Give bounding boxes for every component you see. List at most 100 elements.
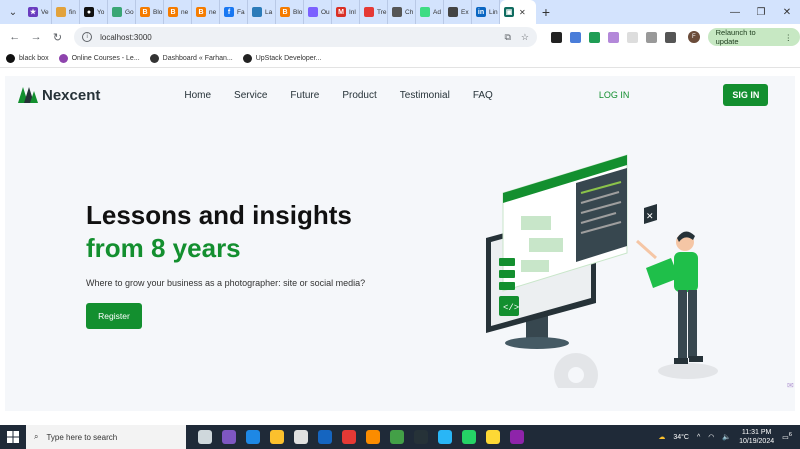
brand-name: Nexcent (42, 86, 101, 104)
tab-favicon-icon: M (336, 7, 346, 17)
tab-label: Ad (433, 8, 441, 16)
bookmark-favicon-icon (242, 54, 252, 63)
tab-active[interactable]: ▣ ✕ (500, 0, 536, 24)
extension-grid-icon[interactable] (645, 31, 657, 43)
floating-extension-icon[interactable]: ✉ (787, 381, 800, 395)
browser-tab[interactable]: ● Yo (80, 0, 108, 24)
back-icon[interactable]: ← (4, 31, 25, 43)
bookmark-item[interactable]: black box (6, 54, 49, 63)
close-tab-icon[interactable]: ✕ (519, 8, 526, 17)
vscode-icon[interactable] (246, 430, 260, 444)
browser-tab[interactable]: Ad (416, 0, 444, 24)
browser-tab[interactable]: f Fa (220, 0, 248, 24)
reload-icon[interactable]: ↻ (47, 31, 68, 44)
weather-icon[interactable]: ☁ (658, 433, 665, 441)
store-icon[interactable] (294, 430, 308, 444)
tab-label: fin (69, 8, 76, 16)
install-app-icon[interactable]: ⧉ (504, 32, 510, 43)
more-menu-icon[interactable]: ⋮ (784, 33, 792, 42)
extension-green-icon[interactable] (588, 31, 600, 43)
chrome-icon[interactable] (342, 430, 356, 444)
notifications-icon[interactable]: ▭6 (782, 432, 792, 441)
browser-tab[interactable]: Bne (192, 0, 220, 24)
bookmark-star-icon[interactable]: ☆ (521, 32, 529, 43)
browser-tab[interactable]: Bne (164, 0, 192, 24)
extension-pen-icon[interactable] (550, 31, 562, 43)
browser-tab[interactable]: Go (108, 0, 136, 24)
nav-link-testimonial[interactable]: Testimonial (400, 90, 450, 101)
close-window-icon[interactable]: ✕ (774, 7, 800, 18)
browser-tab[interactable]: M Inl (332, 0, 360, 24)
tab-favicon-icon (112, 7, 122, 17)
browser-tab[interactable]: Tre (360, 0, 388, 24)
nav-link-future[interactable]: Future (290, 90, 319, 101)
brand-logo[interactable]: Nexcent (18, 87, 100, 104)
bookmark-item[interactable]: Dashboard « Farhan... (149, 54, 233, 63)
bookmark-item[interactable]: Online Courses - Le... (58, 54, 140, 63)
minimize-icon[interactable]: — (722, 7, 748, 18)
bookmark-item[interactable]: UpStack Developer... (242, 54, 321, 63)
window-controls: — ❐ ✕ (722, 7, 800, 18)
extension-text-icon[interactable] (626, 31, 638, 43)
tab-label: Ve (41, 8, 49, 16)
chrome-profile-icon[interactable] (390, 430, 404, 444)
clock[interactable]: 11:31 PM 10/19/2024 (739, 428, 774, 446)
extension-copy-icon[interactable] (569, 31, 581, 43)
restore-icon[interactable]: ❐ (748, 7, 774, 18)
git-icon[interactable] (510, 430, 524, 444)
tab-label: Blo (153, 8, 163, 16)
relaunch-button[interactable]: Relaunch to update ⋮ (707, 28, 800, 46)
tab-search-button[interactable]: ⌄ (4, 3, 22, 21)
site-info-icon[interactable]: i (82, 32, 93, 42)
tab-label: Ou (321, 8, 330, 16)
register-button[interactable]: Register (86, 303, 142, 329)
tab-label: La (265, 8, 273, 16)
browser-tab[interactable]: B Blo (276, 0, 304, 24)
browser-tab[interactable]: B Blo (136, 0, 164, 24)
nav-link-home[interactable]: Home (184, 90, 211, 101)
system-tray: ☁ 34°C ^ ◠ 🔈 11:31 PM 10/19/2024 ▭6 (658, 428, 800, 446)
browser-tab[interactable]: in Lin (472, 0, 500, 24)
profile-avatar[interactable]: F (687, 31, 700, 43)
browser-tab[interactable]: ★ Ve (24, 0, 52, 24)
browser-tab[interactable]: fin (52, 0, 80, 24)
browser-tab[interactable]: Ch (388, 0, 416, 24)
tab-favicon-icon: B (140, 7, 150, 17)
file-explorer-icon[interactable] (270, 430, 284, 444)
browser-tab[interactable]: La (248, 0, 276, 24)
mail-icon[interactable] (318, 430, 332, 444)
address-bar[interactable]: i localhost:3000 ⧉ ☆ (74, 27, 537, 47)
browser-tab[interactable]: Ex (444, 0, 472, 24)
volume-icon[interactable]: 🔈 (722, 433, 731, 441)
extensions-puzzle-icon[interactable] (664, 31, 676, 43)
wifi-icon[interactable]: ◠ (708, 433, 714, 441)
bookmark-label: Dashboard « Farhan... (162, 55, 233, 62)
terminal-icon[interactable] (414, 430, 428, 444)
tray-chevron-icon[interactable]: ^ (697, 434, 700, 441)
bookmark-favicon-icon (58, 54, 68, 63)
login-link[interactable]: LOG IN (599, 90, 630, 100)
bookmark-favicon-icon (6, 54, 15, 63)
signin-button[interactable]: SIG IN (723, 84, 769, 106)
photos-icon[interactable] (438, 430, 452, 444)
chrome-alt-icon[interactable] (486, 430, 500, 444)
nav-link-product[interactable]: Product (342, 90, 376, 101)
nav-link-service[interactable]: Service (234, 90, 267, 101)
start-button[interactable] (0, 431, 26, 443)
taskbar-search[interactable]: ⌕ Type here to search (26, 425, 186, 449)
tab-label: Fa (237, 8, 245, 16)
person-with-laptop-icon (635, 231, 718, 379)
whatsapp-icon[interactable] (462, 430, 476, 444)
extension-purple-icon[interactable] (607, 31, 619, 43)
tab-favicon-icon: ★ (28, 7, 38, 17)
clock-date: 10/19/2024 (739, 438, 775, 445)
nav-link-faq[interactable]: FAQ (473, 90, 493, 101)
tab-list: ★ Ve fin ● Yo Go B Blo Bne Bne f Fa La B Blo Ou M Inl Tre C… (24, 0, 500, 24)
new-tab-button[interactable]: + (536, 4, 556, 20)
browser-tab[interactable]: Ou (304, 0, 332, 24)
forward-icon[interactable]: → (25, 31, 46, 43)
copilot-icon[interactable] (222, 430, 236, 444)
task-view-icon[interactable] (198, 430, 212, 444)
xampp-icon[interactable] (366, 430, 380, 444)
url-text: localhost:3000 (100, 32, 152, 42)
